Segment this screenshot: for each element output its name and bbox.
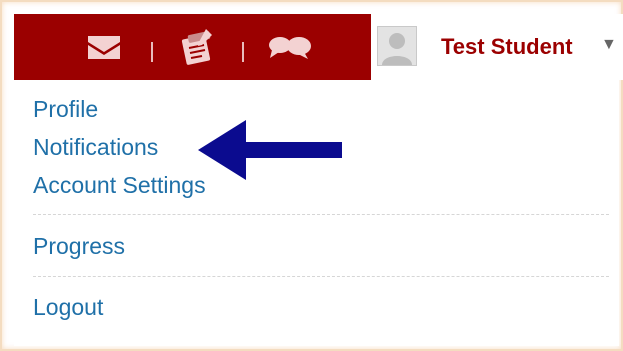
- menu-divider: [33, 214, 609, 215]
- menu-divider: [33, 276, 609, 277]
- menu-item-account-settings[interactable]: Account Settings: [33, 172, 206, 199]
- menu-item-logout[interactable]: Logout: [33, 294, 103, 321]
- caret-down-icon[interactable]: ▼: [601, 36, 617, 54]
- user-name[interactable]: Test Student: [441, 34, 573, 60]
- annotation-arrow-icon: [198, 120, 342, 180]
- default-avatar-icon: [377, 26, 417, 66]
- user-menu-toggle[interactable]: Test Student ▼: [371, 14, 623, 80]
- menu-item-profile[interactable]: Profile: [33, 96, 98, 123]
- header-separator: [242, 42, 244, 62]
- assignments-icon[interactable]: [174, 14, 222, 80]
- header-bar: [14, 14, 371, 80]
- menu-item-progress[interactable]: Progress: [33, 233, 125, 260]
- menu-item-notifications[interactable]: Notifications: [33, 134, 158, 161]
- header-separator: [151, 42, 153, 62]
- discussions-icon[interactable]: [264, 14, 316, 80]
- messages-icon[interactable]: [82, 14, 126, 80]
